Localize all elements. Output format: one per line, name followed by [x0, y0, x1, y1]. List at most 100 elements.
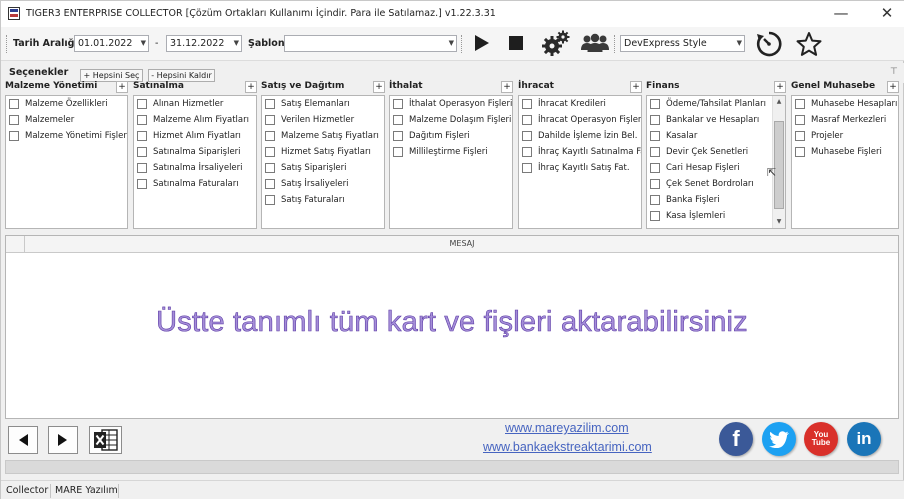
- panel-add-button[interactable]: +: [774, 81, 786, 93]
- close-button[interactable]: ✕: [867, 3, 904, 25]
- users-button[interactable]: [581, 31, 609, 55]
- favorite-button[interactable]: [795, 30, 823, 58]
- checklist-item[interactable]: Kasalar: [650, 130, 697, 142]
- toolbar-grip[interactable]: [6, 35, 9, 53]
- checklist-item[interactable]: Dağıtım Fişleri: [393, 130, 470, 142]
- checkbox[interactable]: [393, 99, 403, 109]
- message-grid[interactable]: MESAJ Üstte tanımlı tüm kart ve fişleri …: [5, 235, 899, 419]
- checklist-item[interactable]: İhraç Kayıtlı Satınalma Fa: [522, 146, 641, 158]
- checklist-item[interactable]: Satış Elemanları: [265, 98, 350, 110]
- message-column-header[interactable]: MESAJ: [26, 239, 898, 248]
- checklist-item[interactable]: Bankalar ve Hesapları: [650, 114, 759, 126]
- checklist-item[interactable]: Satış İrsaliyeleri: [265, 178, 349, 190]
- checklist-item[interactable]: Malzeme Satış Fiyatları: [265, 130, 379, 142]
- mare-website-link[interactable]: www.mareyazilim.com: [505, 421, 629, 435]
- next-button[interactable]: [48, 426, 78, 454]
- checkbox[interactable]: [795, 99, 805, 109]
- checkbox[interactable]: [9, 99, 19, 109]
- checkbox[interactable]: [265, 147, 275, 157]
- checklist-item[interactable]: Masraf Merkezleri: [795, 114, 886, 126]
- checkbox[interactable]: [265, 115, 275, 125]
- checkbox[interactable]: [393, 115, 403, 125]
- checklist-item[interactable]: Banka Fişleri: [650, 194, 720, 206]
- checkbox[interactable]: [265, 99, 275, 109]
- scroll-thumb[interactable]: [774, 121, 784, 209]
- scroll-up-icon[interactable]: ▲: [773, 96, 785, 108]
- checkbox[interactable]: [137, 131, 147, 141]
- checklist-item[interactable]: İhraç Kayıtlı Satış Fat.: [522, 162, 630, 174]
- panel-add-button[interactable]: +: [501, 81, 513, 93]
- minimize-button[interactable]: —: [821, 3, 861, 25]
- timer-button[interactable]: [754, 30, 784, 58]
- panel-add-button[interactable]: +: [630, 81, 642, 93]
- checkbox[interactable]: [650, 195, 660, 205]
- linkedin-icon[interactable]: in: [847, 422, 881, 456]
- checklist-item[interactable]: Projeler: [795, 130, 843, 142]
- play-button[interactable]: [469, 31, 493, 55]
- checkbox[interactable]: [522, 147, 532, 157]
- settings-button[interactable]: [541, 29, 571, 57]
- panel-add-button[interactable]: +: [887, 81, 899, 93]
- checkbox[interactable]: [522, 163, 532, 173]
- checkbox[interactable]: [137, 99, 147, 109]
- checkbox[interactable]: [393, 131, 403, 141]
- checklist-item[interactable]: Malzeme Alım Fiyatları: [137, 114, 249, 126]
- checkbox[interactable]: [9, 115, 19, 125]
- checklist-item[interactable]: Cari Hesap Fişleri: [650, 162, 740, 174]
- checkbox[interactable]: [650, 163, 660, 173]
- panel-add-button[interactable]: +: [245, 81, 257, 93]
- checklist-item[interactable]: Satınalma Faturaları: [137, 178, 239, 190]
- checklist-item[interactable]: İthalat Operasyon Fişleri: [393, 98, 512, 110]
- checklist-item[interactable]: Alınan Hizmetler: [137, 98, 223, 110]
- checklist-item[interactable]: Satınalma Siparişleri: [137, 146, 241, 158]
- checkbox[interactable]: [393, 147, 403, 157]
- date-from-picker[interactable]: 01.01.2022 ▼: [74, 35, 149, 52]
- previous-button[interactable]: [8, 426, 38, 454]
- checklist-item[interactable]: Satış Siparişleri: [265, 162, 347, 174]
- checklist-item[interactable]: Kasa İşlemleri: [650, 210, 725, 222]
- pin-icon[interactable]: ⊤: [890, 67, 898, 77]
- checklist-item[interactable]: Satınalma İrsaliyeleri: [137, 162, 243, 174]
- vertical-scrollbar[interactable]: ▲ ▼: [772, 96, 785, 228]
- panel-add-button[interactable]: +: [373, 81, 385, 93]
- template-select[interactable]: ▼: [284, 35, 457, 52]
- stop-button[interactable]: [504, 31, 528, 55]
- checkbox[interactable]: [522, 99, 532, 109]
- checkbox[interactable]: [265, 179, 275, 189]
- panel-add-button[interactable]: +: [116, 81, 128, 93]
- checkbox[interactable]: [522, 115, 532, 125]
- youtube-icon[interactable]: You Tube: [804, 422, 838, 456]
- checklist-item[interactable]: Muhasebe Fişleri: [795, 146, 882, 158]
- checklist-item[interactable]: Satış Faturaları: [265, 194, 345, 206]
- checkbox[interactable]: [9, 131, 19, 141]
- facebook-icon[interactable]: f: [719, 422, 753, 456]
- theme-select[interactable]: DevExpress Style ▼: [620, 35, 745, 52]
- checkbox[interactable]: [265, 195, 275, 205]
- checkbox[interactable]: [265, 163, 275, 173]
- checkbox[interactable]: [795, 115, 805, 125]
- checklist-item[interactable]: Hizmet Alım Fiyatları: [137, 130, 241, 142]
- checkbox[interactable]: [522, 131, 532, 141]
- twitter-icon[interactable]: [762, 422, 796, 456]
- checkbox[interactable]: [137, 115, 147, 125]
- export-excel-button[interactable]: [89, 426, 122, 454]
- checkbox[interactable]: [795, 147, 805, 157]
- checklist-item[interactable]: Malzeme Dolaşım Fişleri: [393, 114, 511, 126]
- bank-statement-website-link[interactable]: www.bankaekstreaktarimi.com: [483, 440, 652, 454]
- checklist-item[interactable]: Dahilde İşleme İzin Bel.: [522, 130, 637, 142]
- checkbox[interactable]: [137, 179, 147, 189]
- checklist-item[interactable]: İhracat Kredileri: [522, 98, 606, 110]
- checklist-item[interactable]: Devir Çek Senetleri: [650, 146, 748, 158]
- checklist-item[interactable]: İhracat Operasyon Fişleri: [522, 114, 641, 126]
- checklist-item[interactable]: Malzeme Özellikleri: [9, 98, 108, 110]
- checklist-item[interactable]: Ödeme/Tahsilat Planları: [650, 98, 766, 110]
- checkbox[interactable]: [265, 131, 275, 141]
- checkbox[interactable]: [650, 147, 660, 157]
- checkbox[interactable]: [137, 163, 147, 173]
- checkbox[interactable]: [650, 131, 660, 141]
- checkbox[interactable]: [650, 99, 660, 109]
- checkbox[interactable]: [795, 131, 805, 141]
- checklist-item[interactable]: Muhasebe Hesapları: [795, 98, 897, 110]
- checklist-item[interactable]: Hizmet Satış Fiyatları: [265, 146, 371, 158]
- checklist-item[interactable]: Verilen Hizmetler: [265, 114, 354, 126]
